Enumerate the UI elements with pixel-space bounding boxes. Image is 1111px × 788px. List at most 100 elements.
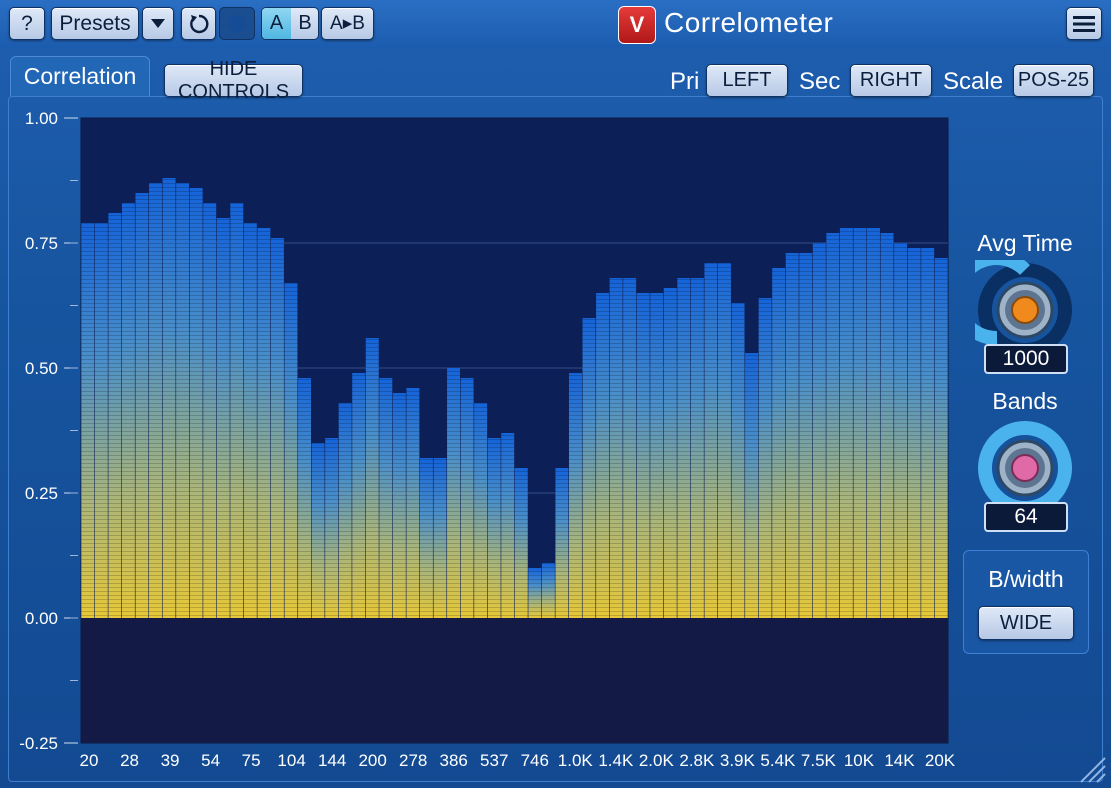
correlation-bar-segments [541, 563, 555, 618]
correlation-bar-segments [325, 438, 339, 618]
correlation-bar-segments [785, 253, 799, 618]
correlation-bar-segments [474, 403, 488, 618]
correlation-bar-segments [365, 338, 379, 618]
correlation-bar-segments [284, 283, 298, 618]
correlation-bar-segments [839, 228, 853, 618]
correlation-bar-segments [745, 353, 759, 618]
bands-value[interactable]: 64 [984, 502, 1068, 532]
x-tick-label: 200 [358, 751, 386, 770]
correlation-bar-segments [690, 278, 704, 618]
correlation-bar-segments [880, 233, 894, 618]
correlation-bar-segments [487, 438, 501, 618]
correlation-bar-segments [568, 373, 582, 618]
correlation-bar-segments [650, 293, 664, 618]
correlation-bar-segments [419, 458, 433, 618]
correlation-bar-segments [270, 238, 284, 618]
correlation-bar-segments [718, 263, 731, 618]
y-tick-label: 0.50 [25, 359, 58, 378]
correlation-bar-segments [379, 378, 393, 618]
y-tick-label: 0.25 [25, 484, 58, 503]
x-tick-label: 746 [521, 751, 549, 770]
correlation-bar-segments [189, 188, 203, 618]
correlation-bar-segments [94, 223, 108, 618]
correlation-bar-segments [894, 243, 908, 618]
correlation-bar-segments [121, 203, 135, 618]
x-tick-label: 14K [884, 751, 915, 770]
correlation-bar-segments [907, 248, 921, 618]
correlation-chart: 1.00 0.75 0.50 0.25 0.00 -0.25 20 28 39 54 75 104 1… [19, 109, 956, 770]
correlation-bar-segments [257, 228, 271, 618]
correlation-bar-segments [704, 263, 718, 618]
x-tick-label: 386 [440, 751, 468, 770]
x-tick-label: 28 [120, 751, 139, 770]
avg-time-knob[interactable] [975, 260, 1077, 350]
correlation-bar-segments [108, 213, 122, 618]
y-tick-label: -0.25 [19, 734, 58, 753]
correlation-bar-segments [934, 258, 948, 618]
correlation-bar-segments [149, 183, 162, 618]
plot-negative-region [81, 618, 948, 743]
x-tick-label: 104 [277, 751, 305, 770]
correlation-bar-segments [311, 443, 325, 618]
correlation-bar-segments [338, 403, 352, 618]
correlation-bar-segments [596, 293, 610, 618]
correlation-bar-segments [216, 218, 230, 618]
correlation-bar-segments [514, 468, 528, 618]
x-tick-label: 7.5K [801, 751, 837, 770]
correlation-bar-segments [636, 293, 650, 618]
correlation-bar-segments [609, 278, 623, 618]
correlation-bar-segments [799, 253, 813, 618]
correlation-bar-segments [921, 248, 935, 618]
correlation-bar-segments [663, 288, 677, 618]
correlation-bar-segments [460, 378, 474, 618]
correlation-bar-segments [135, 193, 149, 618]
bands-knob[interactable] [975, 418, 1077, 508]
correlation-bar-segments [81, 223, 95, 618]
correlation-bar-segments [447, 368, 461, 618]
x-tick-label: 278 [399, 751, 427, 770]
x-tick-label: 20K [925, 751, 956, 770]
correlation-bar-segments [203, 203, 217, 618]
bwidth-button[interactable]: WIDE [978, 606, 1074, 640]
correlation-bar-segments [230, 203, 244, 618]
x-tick-label: 144 [318, 751, 346, 770]
x-tick-label: 1.4K [598, 751, 634, 770]
bands-label: Bands [992, 388, 1058, 414]
correlation-bar-segments [352, 373, 366, 618]
correlation-bar-segments [582, 318, 596, 618]
correlation-bar-segments [501, 433, 515, 618]
correlation-bar-segments [758, 298, 772, 618]
correlation-bar-segments [406, 388, 420, 618]
correlation-bar-segments [731, 303, 745, 618]
knob-center-pink [1011, 454, 1039, 482]
correlation-bar-segments [176, 183, 190, 618]
correlation-bar-segments [243, 223, 257, 618]
correlation-bar-segments [298, 378, 311, 618]
correlation-bar-segments [623, 278, 637, 618]
avg-time-label: Avg Time [977, 230, 1073, 256]
correlation-bar-segments [853, 228, 867, 618]
knob-center-orange [1011, 296, 1039, 324]
bwidth-label: B/width [988, 566, 1064, 592]
correlation-bar-segments [812, 243, 826, 618]
resize-handle-icon[interactable] [1077, 754, 1107, 784]
correlation-bar-segments [433, 458, 447, 618]
correlation-bar-segments [392, 393, 406, 618]
correlation-bar-segments [826, 233, 840, 618]
x-tick-label: 3.9K [720, 751, 756, 770]
x-tick-label: 10K [844, 751, 875, 770]
x-tick-label: 20 [80, 751, 99, 770]
x-tick-label: 5.4K [760, 751, 796, 770]
x-tick-label: 54 [201, 751, 220, 770]
x-tick-label: 39 [161, 751, 180, 770]
x-tick-label: 2.0K [639, 751, 675, 770]
y-tick-label: 0.00 [25, 609, 58, 628]
avg-time-value[interactable]: 1000 [984, 344, 1068, 374]
correlation-bar-segments [867, 228, 880, 618]
correlation-bar-segments [162, 178, 176, 618]
x-tick-label: 1.0K [558, 751, 594, 770]
correlation-bar-segments [528, 568, 542, 618]
correlation-bar-segments [677, 278, 691, 618]
y-tick-label: 0.75 [25, 234, 58, 253]
correlation-bar-segments [772, 268, 786, 618]
